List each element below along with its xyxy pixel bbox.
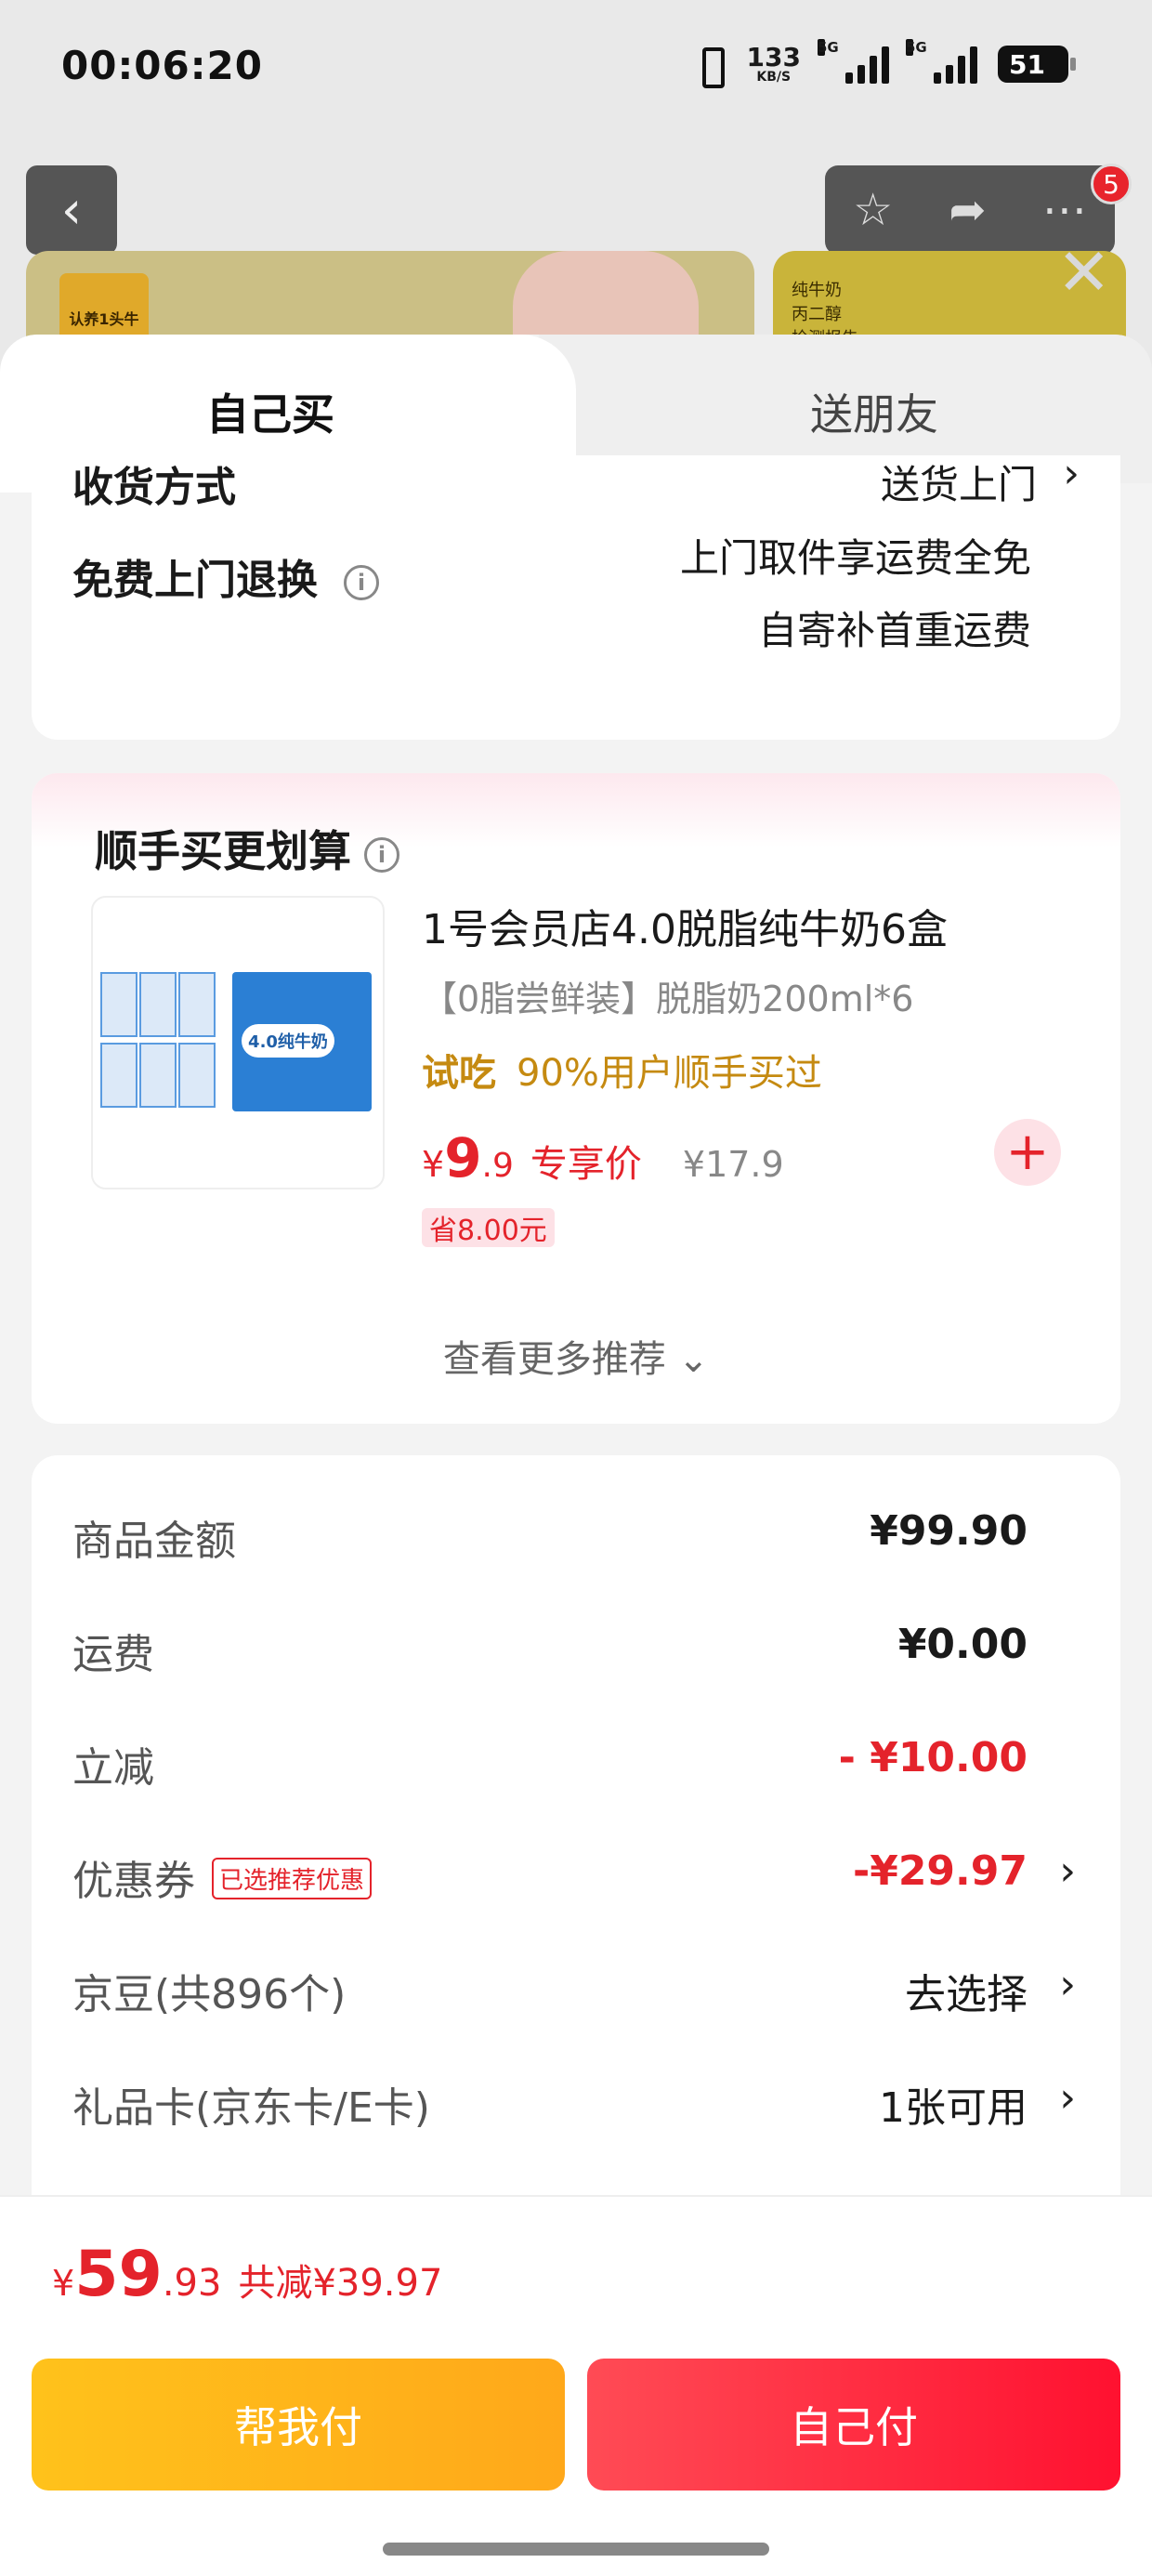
ask-friend-pay-button[interactable]: 帮我付 <box>32 2359 565 2491</box>
coupon-recommended-tag: 已选推荐优惠 <box>212 1857 373 1899</box>
summary-label: 运费 <box>72 1631 154 1678</box>
delivery-method-label: 收货方式 <box>72 464 236 511</box>
message-badge: 5 <box>1091 164 1132 204</box>
carton-shape <box>100 1043 137 1108</box>
network-speed: 133 KB/S <box>746 42 801 85</box>
addon-title-text: 顺手买更划算 <box>95 826 351 876</box>
add-to-order-button[interactable]: + <box>994 1119 1061 1186</box>
status-icons: 133 KB/S 5G 5G 51 <box>693 39 1076 88</box>
carton-shape <box>178 1043 216 1108</box>
summary-value: - ¥10.00 <box>838 1734 1028 1781</box>
info-icon[interactable]: i <box>344 565 379 600</box>
summary-row-jingdou[interactable]: 京豆(共896个) 去选择 › <box>72 1961 1076 2026</box>
delivery-card: 收货方式 送货上门 › 免费上门退换 i 上门取件享运费全免 自寄补首重运费 <box>32 450 1120 740</box>
network-speed-unit: KB/S <box>756 70 792 85</box>
summary-label: 优惠券 <box>72 1858 195 1905</box>
summary-row-goods: 商品金额 ¥99.90 <box>72 1507 1076 1572</box>
see-more-recommendations[interactable]: 查看更多推荐 ⌄ <box>32 1329 1120 1383</box>
summary-value: ¥99.90 <box>870 1507 1028 1555</box>
close-icon[interactable]: ✕ <box>1056 240 1111 305</box>
info-icon[interactable]: i <box>364 836 399 873</box>
price-label: 专享价 <box>530 1143 642 1186</box>
chevron-right-icon[interactable]: › <box>1059 1961 1076 2008</box>
signal-icon-2: 5G <box>906 39 977 84</box>
chevron-left-icon: ‹ <box>60 179 83 241</box>
sim2-label: 5G <box>906 39 927 56</box>
return-value-line2: 自寄补首重运费 <box>757 608 1031 653</box>
product-image[interactable]: 4.0纯牛奶 <box>91 896 385 1189</box>
return-value: 上门取件享运费全免 自寄补首重运费 <box>680 522 1031 667</box>
return-label-text: 免费上门退换 <box>72 557 318 604</box>
star-icon[interactable]: ☆ <box>853 184 893 236</box>
chevron-right-icon[interactable]: › <box>1059 1847 1076 1895</box>
pay-self-button[interactable]: 自己付 <box>587 2359 1120 2491</box>
save-badge: 省8.00元 <box>422 1208 555 1247</box>
checkout-bottom-bar: ¥ 59 .93 共减¥39.97 帮我付 自己付 <box>0 2195 1152 2576</box>
summary-label: 礼品卡(京东卡/E卡) <box>72 2084 430 2132</box>
product-tag: 试吃 90%用户顺手买过 <box>422 1043 822 1097</box>
chevron-right-icon[interactable]: › <box>1063 450 1080 497</box>
share-icon[interactable]: ➦ <box>949 184 986 236</box>
vibrate-icon <box>693 46 727 88</box>
battery-level: 51 <box>1009 48 1045 80</box>
tab-buy-self[interactable]: 自己买 <box>206 381 334 442</box>
product-tag-text: 90%用户顺手买过 <box>517 1052 822 1095</box>
signal-icon: 5G <box>818 39 889 84</box>
milk-box: 4.0纯牛奶 <box>232 972 372 1111</box>
total-discount: 共减¥39.97 <box>238 2262 443 2305</box>
summary-row-gift-card[interactable]: 礼品卡(京东卡/E卡) 1张可用 › <box>72 2074 1076 2139</box>
summary-row-shipping: 运费 ¥0.00 <box>72 1621 1076 1686</box>
carton-shape <box>139 972 177 1037</box>
summary-label: 京豆(共896个) <box>72 1971 347 2018</box>
summary-value: 去选择 <box>905 1971 1028 2018</box>
summary-label-coupon: 优惠券 已选推荐优惠 <box>72 1847 373 1907</box>
status-time: 00:06:20 <box>61 43 263 88</box>
carton-shape <box>139 1043 177 1108</box>
summary-value: ¥0.00 <box>897 1621 1028 1668</box>
addon-title: 顺手买更划算 i <box>95 818 399 879</box>
price-currency: ¥ <box>422 1144 445 1185</box>
product-spec: 【0脂尝鲜装】脱脂奶200ml*6 <box>422 979 914 1019</box>
order-total: ¥ 59 .93 共减¥39.97 <box>52 2238 442 2311</box>
price-integer: 9 <box>444 1126 482 1189</box>
original-price: ¥17.9 <box>682 1144 784 1185</box>
network-speed-value: 133 <box>746 42 801 72</box>
return-value-line1: 上门取件享运费全免 <box>679 535 1031 581</box>
more-icon[interactable]: ⋯ <box>1042 184 1087 236</box>
summary-label: 商品金额 <box>72 1518 236 1565</box>
tab-send-friend[interactable]: 送朋友 <box>810 381 938 442</box>
price-decimal: .9 <box>481 1147 514 1185</box>
return-label: 免费上门退换 i <box>72 546 379 606</box>
carton-shape <box>178 972 216 1037</box>
sim1-label: 5G <box>818 39 839 56</box>
background-page: 00:06:20 133 KB/S 5G 5G 51 ‹ ☆ ➦ ⋯ 5 认养1… <box>0 0 1152 390</box>
total-decimal: .93 <box>162 2262 222 2305</box>
product-tag-bold: 试吃 <box>422 1052 496 1095</box>
battery-icon: 51 <box>998 46 1076 83</box>
summary-value: 1张可用 <box>879 2084 1028 2132</box>
summary-row-instant-discount: 立减 - ¥10.00 <box>72 1734 1076 1799</box>
chevron-right-icon[interactable]: › <box>1059 2074 1076 2122</box>
carton-shape <box>100 972 137 1037</box>
home-indicator[interactable] <box>383 2543 769 2556</box>
summary-value: -¥29.97 <box>852 1847 1028 1895</box>
total-integer: 59 <box>74 2238 163 2311</box>
summary-row-coupon[interactable]: 优惠券 已选推荐优惠 -¥29.97 › <box>72 1847 1076 1912</box>
back-button[interactable]: ‹ <box>26 165 117 255</box>
plus-icon: + <box>1005 1122 1050 1182</box>
status-bar: 00:06:20 133 KB/S 5G 5G 51 <box>0 0 1152 139</box>
addon-card: 顺手买更划算 i 4.0纯牛奶 1号会员店4.0脱脂纯牛奶6盒 【0脂尝鲜装】脱脂… <box>32 773 1120 1424</box>
summary-label: 立减 <box>72 1744 154 1792</box>
product-name[interactable]: 1号会员店4.0脱脂纯牛奶6盒 <box>422 896 948 955</box>
milk-box-label: 4.0纯牛奶 <box>242 1024 334 1058</box>
delivery-method-value[interactable]: 送货上门 <box>881 453 1037 510</box>
product-price: ¥ 9 .9 专享价 ¥17.9 <box>422 1126 784 1189</box>
total-currency: ¥ <box>52 2263 75 2304</box>
